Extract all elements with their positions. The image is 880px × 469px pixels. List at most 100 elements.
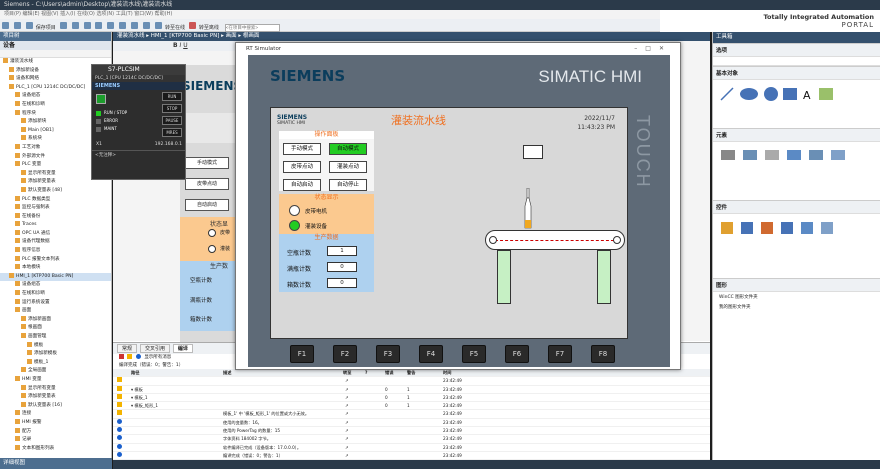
belt-jog-button[interactable]: 皮带点动	[283, 161, 321, 173]
message-row[interactable]: ▾ 模板 0 1 23:42:49 ↗	[113, 385, 710, 394]
cut-icon[interactable]	[59, 22, 67, 29]
minimize-icon[interactable]: –	[634, 45, 645, 52]
menu-items[interactable]: 项目(P) 编辑(E) 视图(V) 插入(I) 在线(O) 选项(N) 工具(T…	[4, 11, 172, 17]
copy-icon[interactable]	[71, 22, 79, 29]
go-offline-button[interactable]: 转至离线	[199, 25, 219, 31]
tree-item[interactable]: 文本和图形列表	[0, 444, 111, 454]
controls-icons[interactable]	[719, 218, 869, 238]
tree-item[interactable]: 配方	[0, 427, 111, 437]
tree-item[interactable]: HMI_1 [KTP700 Basic PN]	[0, 272, 111, 282]
error-filter-icon[interactable]	[119, 354, 124, 359]
tree-item[interactable]: OPC UA 通信	[0, 229, 111, 239]
save-project-icon[interactable]	[25, 22, 33, 29]
window-controls[interactable]: –□✕	[634, 43, 672, 55]
tab-general[interactable]: 常规	[117, 344, 138, 353]
function-key-f8[interactable]: F8	[591, 345, 615, 363]
info-filter-icon[interactable]	[135, 354, 141, 359]
delete-icon[interactable]	[95, 22, 103, 29]
plcsim-mres-button[interactable]: MRES	[162, 128, 182, 137]
empty-bottle-count-field[interactable]: 1	[327, 246, 357, 256]
auto-stop-button[interactable]: 自动停止	[329, 179, 367, 191]
go-offline-icon[interactable]	[188, 22, 196, 29]
plcsim-run-button[interactable]: RUN	[162, 92, 182, 101]
tree-item[interactable]: 设备代理数据	[0, 238, 111, 247]
redo-icon[interactable]	[119, 22, 127, 29]
elements-section[interactable]: 元素	[713, 128, 880, 142]
goto-arrow-icon[interactable]: ↗	[345, 402, 349, 410]
tree-item[interactable]: 画面管理	[0, 333, 111, 342]
goto-arrow-icon[interactable]: ↗	[345, 419, 349, 427]
plcsim-pause-button[interactable]: PAUSE	[162, 116, 182, 125]
tree-item[interactable]: 画面	[0, 307, 111, 316]
goto-arrow-icon[interactable]: ↗	[345, 435, 349, 443]
save-project-button[interactable]: 保存项目	[36, 25, 56, 31]
tab-cross-reference[interactable]: 交叉引用	[139, 344, 170, 353]
tree-item[interactable]: 默认变量表 [16]	[0, 401, 111, 411]
box-count-field[interactable]: 0	[327, 278, 357, 288]
message-row[interactable]: 使用的变量数：16。 23:42:49 ↗	[113, 418, 710, 428]
project-search-input[interactable]	[224, 23, 280, 32]
goto-arrow-icon[interactable]: ↗	[345, 427, 349, 435]
close-icon[interactable]: ✕	[659, 45, 672, 52]
tree-item[interactable]: 模板_1	[0, 358, 111, 368]
tree-item[interactable]: 设备组态	[0, 281, 111, 290]
auto-mode-button[interactable]: 自动模式	[329, 143, 367, 155]
manual-mode-button[interactable]: 手动模式	[283, 143, 321, 155]
undo-icon[interactable]	[107, 22, 115, 29]
tree-item[interactable]: PLC 报警文本列表	[0, 255, 111, 265]
details-view-header[interactable]: 详细视图	[0, 458, 112, 469]
tree-item[interactable]: 记录	[0, 436, 111, 445]
go-online-button[interactable]: 转至在线	[165, 25, 185, 31]
message-row[interactable]: ▾ 模板_1 0 1 23:42:49 ↗	[113, 393, 710, 403]
message-row[interactable]: ▾ 模板_矩形_1 0 1 23:42:49 ↗	[113, 402, 710, 411]
goto-arrow-icon[interactable]: ↗	[345, 377, 349, 385]
tree-item[interactable]: Traces	[0, 221, 111, 230]
basic-objects-icons[interactable]: A	[719, 84, 869, 104]
preview-auto-start-button[interactable]: 自动启动	[185, 199, 229, 211]
goto-arrow-icon[interactable]: ↗	[345, 386, 349, 394]
tree-item[interactable]: 全局画面	[0, 367, 111, 376]
message-row[interactable]: 使用的 PowerTag 的数量：15 23:42:49 ↗	[113, 427, 710, 436]
elements-icons[interactable]	[719, 146, 869, 166]
message-row[interactable]: 软件编译已完成（设备版本：17.0.0.0）。 23:42:49 ↗	[113, 443, 710, 452]
plcsim-window[interactable]: S7-PLCSIM PLC_1 [CPU 1214C DC/DC/DC] SIE…	[91, 64, 186, 180]
new-project-icon[interactable]	[2, 22, 9, 29]
goto-arrow-icon[interactable]: ↗	[345, 444, 349, 452]
tree-item[interactable]: 在线备份	[0, 212, 111, 222]
auto-start-button[interactable]: 自动启动	[283, 179, 321, 191]
message-row[interactable]: 字体资料 184002 字节。 23:42:49 ↗	[113, 435, 710, 444]
plcsim-stop-button[interactable]: STOP	[162, 104, 182, 113]
tree-item[interactable]: 添加新画面	[0, 315, 111, 325]
graphics-section[interactable]: 图形	[713, 278, 880, 292]
function-key-f2[interactable]: F2	[333, 345, 357, 363]
rt-simulator-titlebar[interactable]: RT Simulator –□✕	[236, 43, 680, 55]
italic-icon[interactable]: I	[180, 42, 182, 49]
preview-belt-jog-button[interactable]: 皮带点动	[185, 178, 229, 190]
tree-item[interactable]: 模板	[0, 341, 111, 351]
preview-manual-mode-button[interactable]: 手动模式	[185, 157, 229, 169]
goto-arrow-icon[interactable]: ↗	[345, 394, 349, 402]
tree-item[interactable]: 添加新变量表	[0, 393, 111, 402]
bold-icon[interactable]: B	[173, 42, 178, 49]
basic-objects-section[interactable]: 基本对象	[713, 66, 880, 80]
tree-item[interactable]: HMI 报警	[0, 418, 111, 428]
simulation-icon[interactable]	[155, 22, 163, 29]
tree-item[interactable]: 运行系统设置	[0, 298, 111, 308]
tree-item[interactable]: 本地模块	[0, 264, 111, 273]
function-key-f4[interactable]: F4	[419, 345, 443, 363]
tree-item[interactable]: 添加新模板	[0, 350, 111, 359]
function-key-f3[interactable]: F3	[376, 345, 400, 363]
plcsim-comment[interactable]: <无注释>	[92, 150, 185, 159]
compile-icon[interactable]	[131, 22, 139, 29]
download-icon[interactable]	[143, 22, 151, 29]
function-key-f5[interactable]: F5	[462, 345, 486, 363]
paste-icon[interactable]	[83, 22, 91, 29]
function-key-f1[interactable]: F1	[290, 345, 314, 363]
devices-tab[interactable]: 设备	[0, 41, 111, 50]
open-project-icon[interactable]	[13, 22, 21, 29]
tree-item[interactable]: HMI 变量	[0, 375, 111, 385]
filling-jog-button[interactable]: 灌装点动	[329, 161, 367, 173]
tab-compile[interactable]: 编译	[172, 344, 193, 353]
tree-item[interactable]: 默认变量表 [48]	[0, 186, 111, 196]
rt-simulator-window[interactable]: RT Simulator –□✕ SIEMENS SIMATIC HMI SIE…	[235, 42, 681, 370]
